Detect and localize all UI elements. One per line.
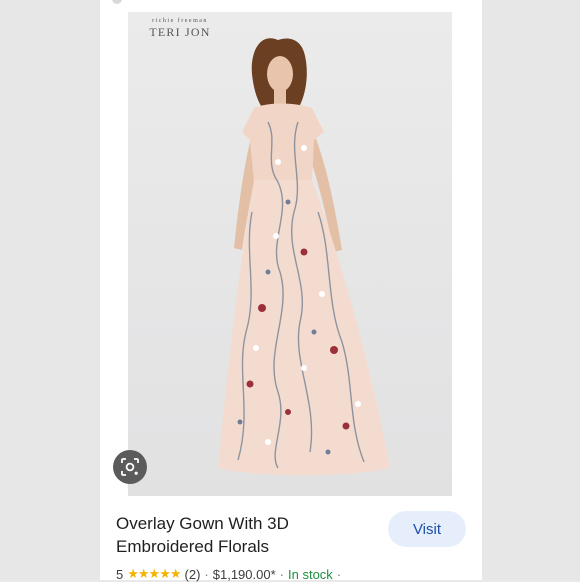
product-title-line2: Embroidered Florals <box>116 537 270 556</box>
brand-logo: richie freeman TERI JON <box>140 18 220 40</box>
product-title-line1: Overlay Gown With 3D <box>116 514 289 533</box>
rating-value: 5 <box>116 566 124 582</box>
right-background <box>482 0 580 580</box>
left-background <box>0 0 100 580</box>
separator: · <box>336 566 342 582</box>
product-title[interactable]: Overlay Gown With 3D Embroidered Florals <box>116 512 376 558</box>
gown-illustration <box>218 38 390 476</box>
separator: · <box>279 566 284 582</box>
review-count[interactable]: (2) <box>185 567 201 582</box>
image-search-icon <box>121 458 139 476</box>
brand-tagline: richie freeman <box>152 18 208 24</box>
price: $1,190.00* <box>212 566 276 582</box>
visit-button[interactable]: Visit <box>388 511 466 547</box>
brand-name: TERI JON <box>149 25 211 39</box>
product-image[interactable] <box>128 12 452 496</box>
stock-status: In stock <box>288 566 333 582</box>
separator: · <box>204 566 209 582</box>
image-search-button[interactable] <box>113 450 147 484</box>
